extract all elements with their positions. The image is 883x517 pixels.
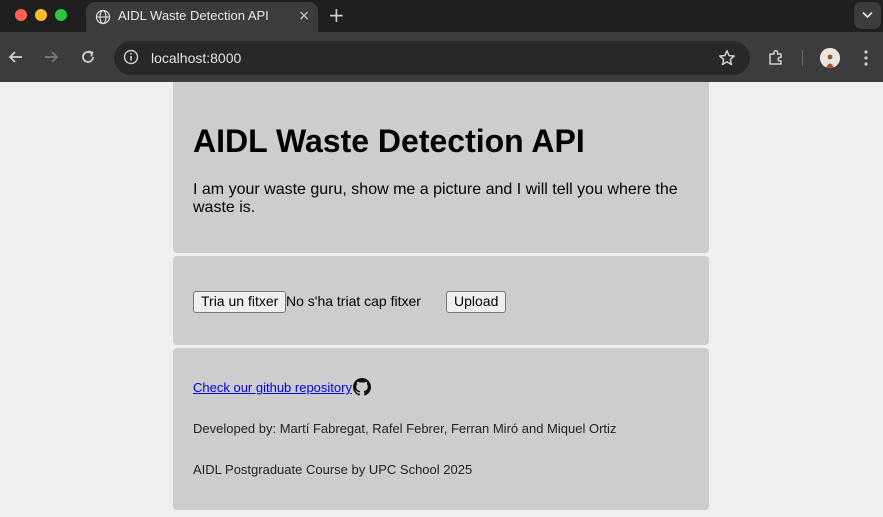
- avatar[interactable]: [820, 48, 840, 68]
- arrow-right-icon[interactable]: [43, 49, 59, 65]
- new-tab-button[interactable]: +: [328, 4, 345, 26]
- profile-picture: [820, 48, 840, 68]
- tab-strip: AIDL Waste Detection API × +: [0, 0, 883, 32]
- upload-panel: Tria un fitxer No s'ha triat cap fitxer …: [173, 256, 709, 345]
- url-text: localhost:8000: [151, 50, 242, 66]
- upload-button[interactable]: Upload: [446, 291, 507, 313]
- arrow-left-icon[interactable]: [8, 49, 24, 65]
- page-title: AIDL Waste Detection API: [193, 123, 585, 159]
- reload-icon[interactable]: [80, 49, 96, 65]
- minimize-window-button[interactable]: [35, 9, 47, 21]
- course-text: AIDL Postgraduate Course by UPC School 2…: [193, 462, 473, 477]
- chevron-down-icon: [862, 11, 873, 19]
- kebab-menu-icon[interactable]: [858, 49, 874, 67]
- github-icon[interactable]: [353, 378, 371, 396]
- choose-file-button[interactable]: Tria un fitxer: [193, 291, 287, 313]
- tab-search-button[interactable]: [854, 2, 881, 29]
- github-link[interactable]: Check our github repository: [193, 380, 352, 395]
- footer-panel: Check our github repository Developed by…: [173, 348, 709, 510]
- browser-tab[interactable]: AIDL Waste Detection API ×: [86, 2, 318, 32]
- browser-toolbar: localhost:8000: [0, 32, 883, 82]
- close-window-button[interactable]: [15, 9, 27, 21]
- tab-title: AIDL Waste Detection API: [118, 8, 269, 23]
- info-icon[interactable]: [123, 49, 139, 65]
- puzzle-icon[interactable]: [767, 49, 785, 67]
- maximize-window-button[interactable]: [55, 9, 67, 21]
- globe-icon: [95, 9, 111, 25]
- close-icon[interactable]: ×: [298, 8, 310, 24]
- credits-text: Developed by: Martí Fabregat, Rafel Febr…: [193, 421, 617, 436]
- intro-text: I am your waste guru, show me a picture …: [193, 181, 678, 216]
- toolbar-divider: [802, 50, 803, 66]
- star-icon[interactable]: [718, 49, 736, 67]
- file-status-text: No s'ha triat cap fitxer: [286, 293, 421, 309]
- header-panel: AIDL Waste Detection API I am your waste…: [173, 82, 709, 253]
- address-bar[interactable]: localhost:8000: [114, 41, 750, 75]
